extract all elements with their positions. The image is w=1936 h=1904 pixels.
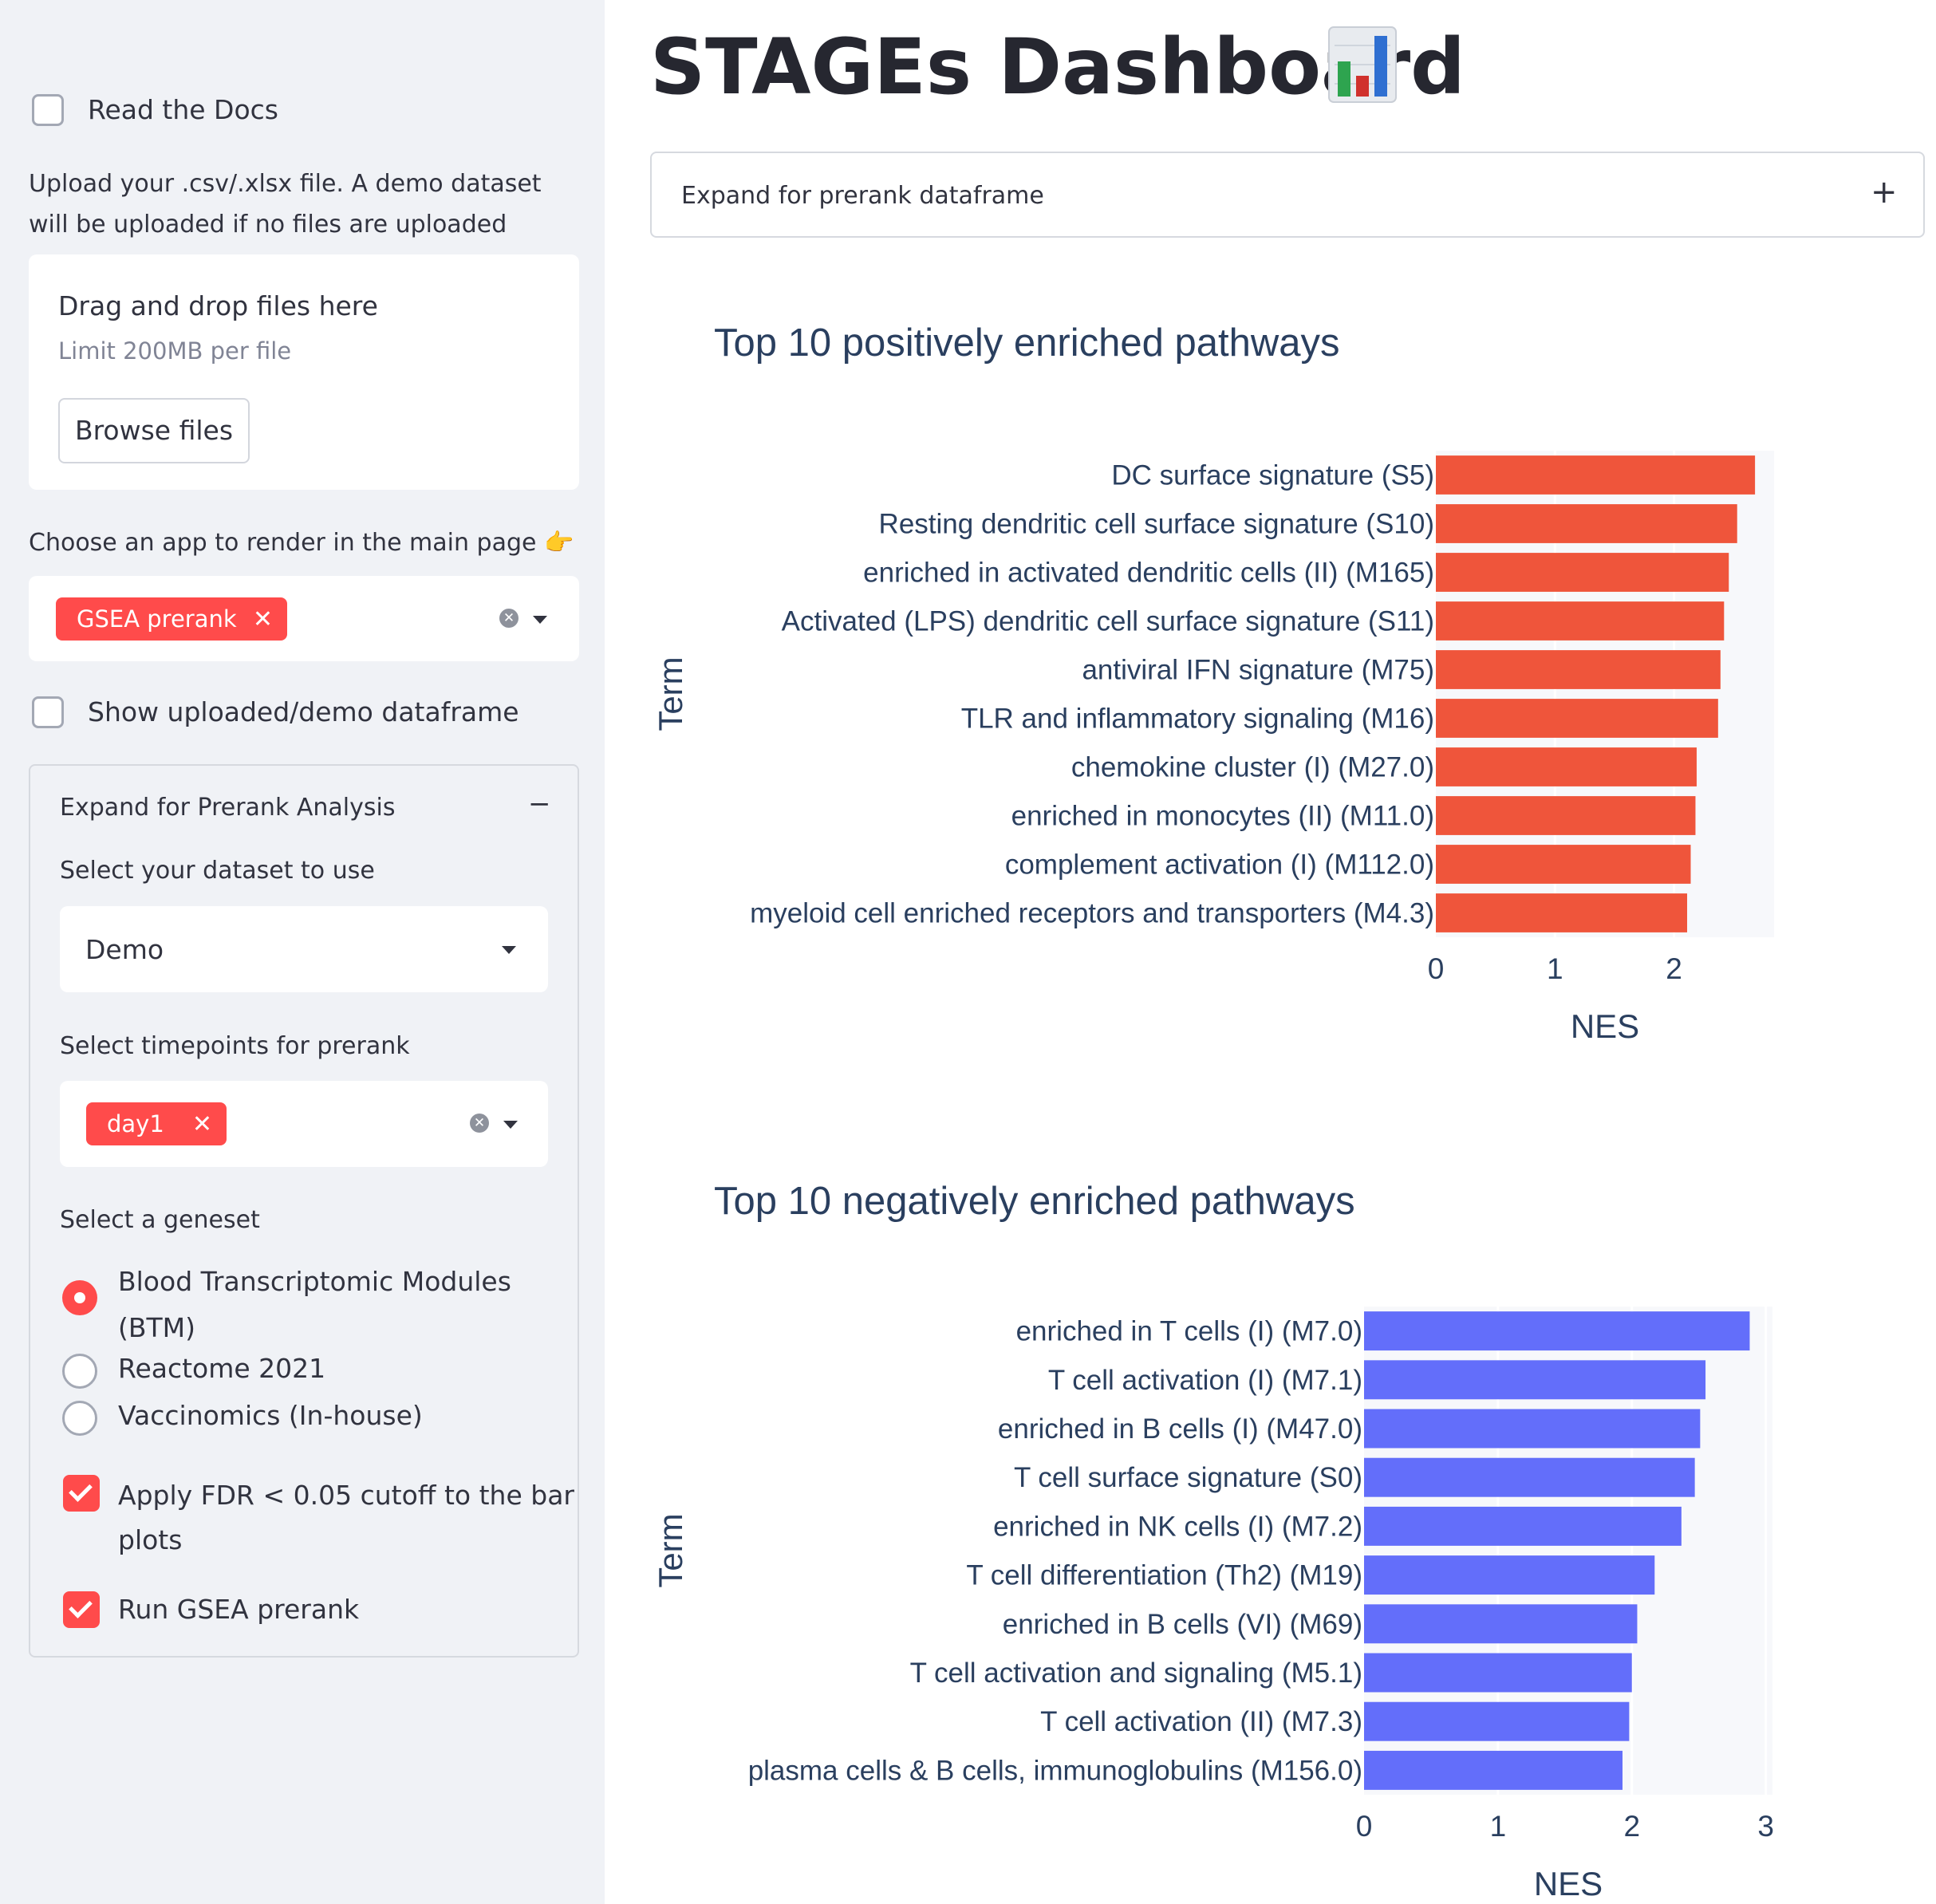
bar	[1364, 1701, 1630, 1741]
y-axis-title: Term	[652, 1513, 689, 1587]
category-label: enriched in B cells (I) (M47.0)	[998, 1413, 1362, 1445]
category-label: T cell activation (I) (M7.1)	[1048, 1365, 1362, 1396]
category-label: plasma cells & B cells, immunoglobulins …	[748, 1755, 1362, 1786]
negative-pathways-chart: 0 1 2 3 enriched in T cells (I) (M7.0) T cell…	[652, 1307, 1774, 1902]
x-axis-title: NES	[1534, 1865, 1603, 1902]
category-label: enriched in NK cells (I) (M7.2)	[993, 1511, 1362, 1542]
x-tick-label: 1	[1490, 1810, 1507, 1843]
bar	[1364, 1409, 1701, 1449]
x-tick-label: 0	[1356, 1810, 1373, 1843]
category-label: T cell activation (II) (M7.3)	[1040, 1706, 1362, 1737]
x-tick-label: 3	[1757, 1810, 1774, 1843]
bar	[1364, 1506, 1682, 1546]
bar	[1364, 1653, 1632, 1693]
category-label: T cell surface signature (S0)	[1014, 1462, 1362, 1493]
bar	[1364, 1604, 1638, 1644]
bar	[1364, 1555, 1655, 1595]
category-label: enriched in B cells (VI) (M69)	[1003, 1609, 1362, 1640]
category-label: T cell activation and signaling (M5.1)	[910, 1658, 1362, 1689]
x-tick-label: 2	[1623, 1810, 1640, 1843]
category-label: T cell differentiation (Th2) (M19)	[966, 1560, 1362, 1591]
bar	[1364, 1360, 1706, 1400]
bar	[1364, 1750, 1623, 1790]
bar	[1364, 1311, 1750, 1351]
category-label: enriched in T cells (I) (M7.0)	[1016, 1316, 1362, 1347]
bar	[1364, 1457, 1695, 1497]
